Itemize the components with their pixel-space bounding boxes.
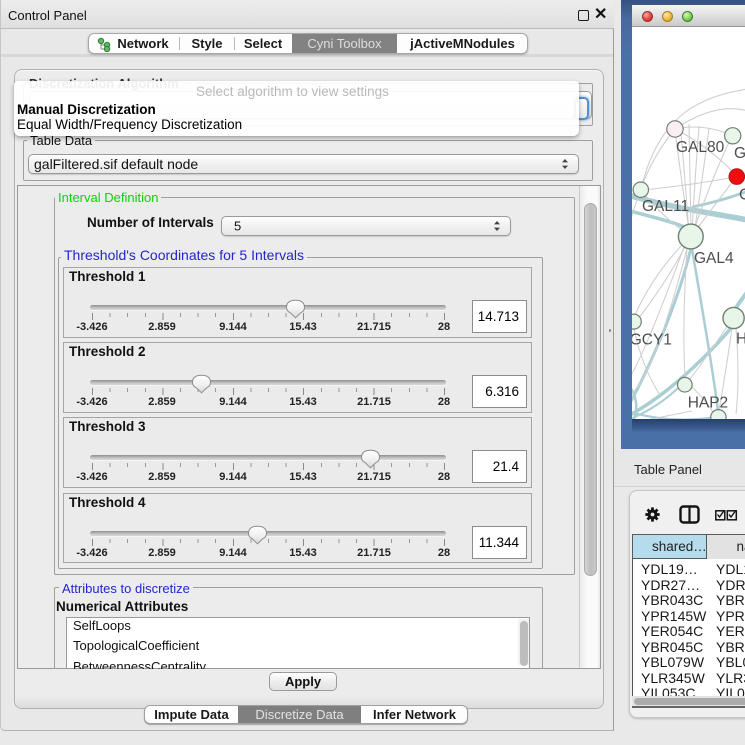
svg-text:GAL4: GAL4 (694, 250, 734, 267)
svg-text:HS: HS (736, 331, 745, 348)
svg-text:HAP2: HAP2 (688, 395, 729, 412)
svg-text:GAL80: GAL80 (676, 139, 725, 156)
svg-text:GA: GA (734, 145, 745, 162)
svg-text:GAL11: GAL11 (642, 198, 689, 215)
svg-text:CY: CY (739, 187, 745, 204)
svg-text:GCY1: GCY1 (632, 332, 672, 349)
